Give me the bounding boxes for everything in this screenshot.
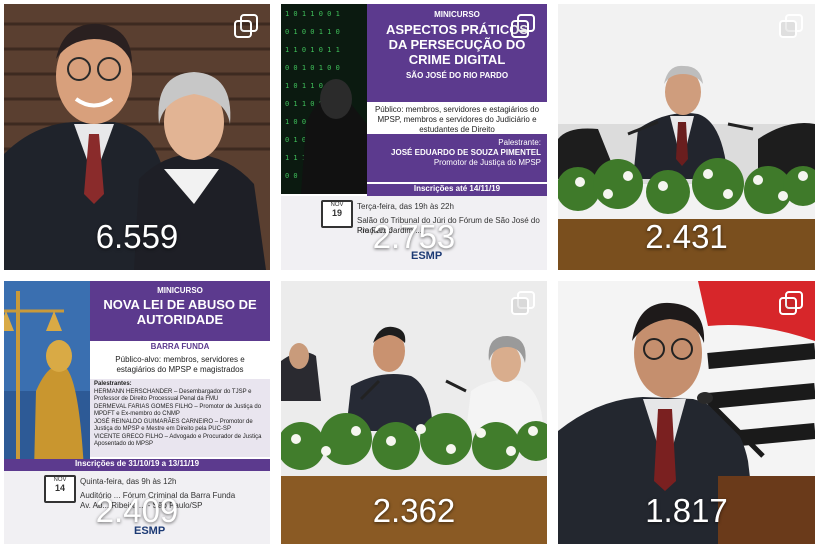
multiple-photos-icon [779,291,805,317]
poster-registration: Inscrições de 31/10/19 a 13/11/19 [4,459,270,471]
like-count: 2.753 [372,218,456,255]
svg-text:1 1 0 1 0 1 1: 1 1 0 1 0 1 1 [285,46,340,54]
poster-speakers-box: Palestrantes: HERMANN HERSCHANDER – Dese… [90,379,270,457]
post-tile-4[interactable]: MINICURSO NOVA LEI DE ABUSO DE AUTORIDAD… [4,281,270,544]
poster-speaker-2: DERMEVAL FARIAS GOMES FILHO – Promotor d… [94,403,262,418]
poster-city: SÃO JOSÉ DO RIO PARDO [405,71,509,80]
poster-header: MINICURSO NOVA LEI DE ABUSO DE AUTORIDAD… [90,281,270,341]
post-tile-5[interactable]: 2.362 [281,281,547,544]
post-image: 1 0 1 1 0 0 1 0 1 0 0 1 1 0 1 1 0 1 0 1 1… [281,4,367,194]
svg-text:0 0 1 0 1 0 0: 0 0 1 0 1 0 0 [285,64,340,72]
svg-text:1 0 1 1 0 0 1: 1 0 1 1 0 0 1 [285,10,340,18]
multiple-photos-icon [234,14,260,40]
post-tile-3[interactable]: 2.431 [558,4,815,270]
poster-speaker-box: Palestrante: JOSÉ EDUARDO DE SOUZA PIMEN… [367,134,547,182]
svg-text:0 1 0 0 1 1 0: 0 1 0 0 1 1 0 [285,28,340,36]
post-tile-1[interactable]: 6.559 [4,4,270,270]
poster-audience: Público-alvo: membros, servidores e esta… [100,355,260,375]
multiple-photos-icon [779,14,805,40]
poster-speaker-1: HERMANN HERSCHANDER – Desembargador do T… [94,388,252,403]
multiple-photos-icon [511,14,537,40]
poster-speaker-role: Promotor de Justiça do MPSP [433,158,541,167]
like-count: 2.362 [372,492,456,529]
poster-speaker-name: JOSÉ EDUARDO DE SOUZA PIMENTEL [391,148,541,157]
poster-speaker-4: VICENTE GRECO FILHO – Advogado e Procura… [94,433,262,448]
poster-kicker: MINICURSO [157,286,203,295]
poster-title: NOVA LEI DE ABUSO DE AUTORIDADE [103,297,257,327]
calendar-day: 19 [331,208,342,218]
like-count: 2.431 [645,218,728,255]
post-tile-2[interactable]: 1 0 1 1 0 0 1 0 1 0 0 1 1 0 1 1 0 1 0 1 1… [281,4,547,270]
multiple-photos-icon [511,291,537,317]
post-tile-6[interactable]: 1.817 [558,281,815,544]
post-image [4,281,90,471]
like-count: 2.409 [95,492,179,529]
poster-when: Terça-feira, das 19h às 22h [357,202,454,211]
poster-audience: Público: membros, servidores e estagiári… [371,105,543,135]
poster-registration: Inscrições até 14/11/19 [367,184,547,196]
like-count: 1.817 [645,492,728,529]
poster-city: BARRA FUNDA [90,342,270,352]
poster-speaker-label: Palestrante: [498,138,541,147]
poster-speakers-label: Palestrantes: [94,381,132,387]
like-count: 6.559 [95,218,179,255]
poster-when: Quinta-feira, das 9h às 12h [80,477,177,486]
poster-speaker-3: JOSÉ REINALDO GUIMARÃES CARNEIRO – Promo… [94,418,253,433]
